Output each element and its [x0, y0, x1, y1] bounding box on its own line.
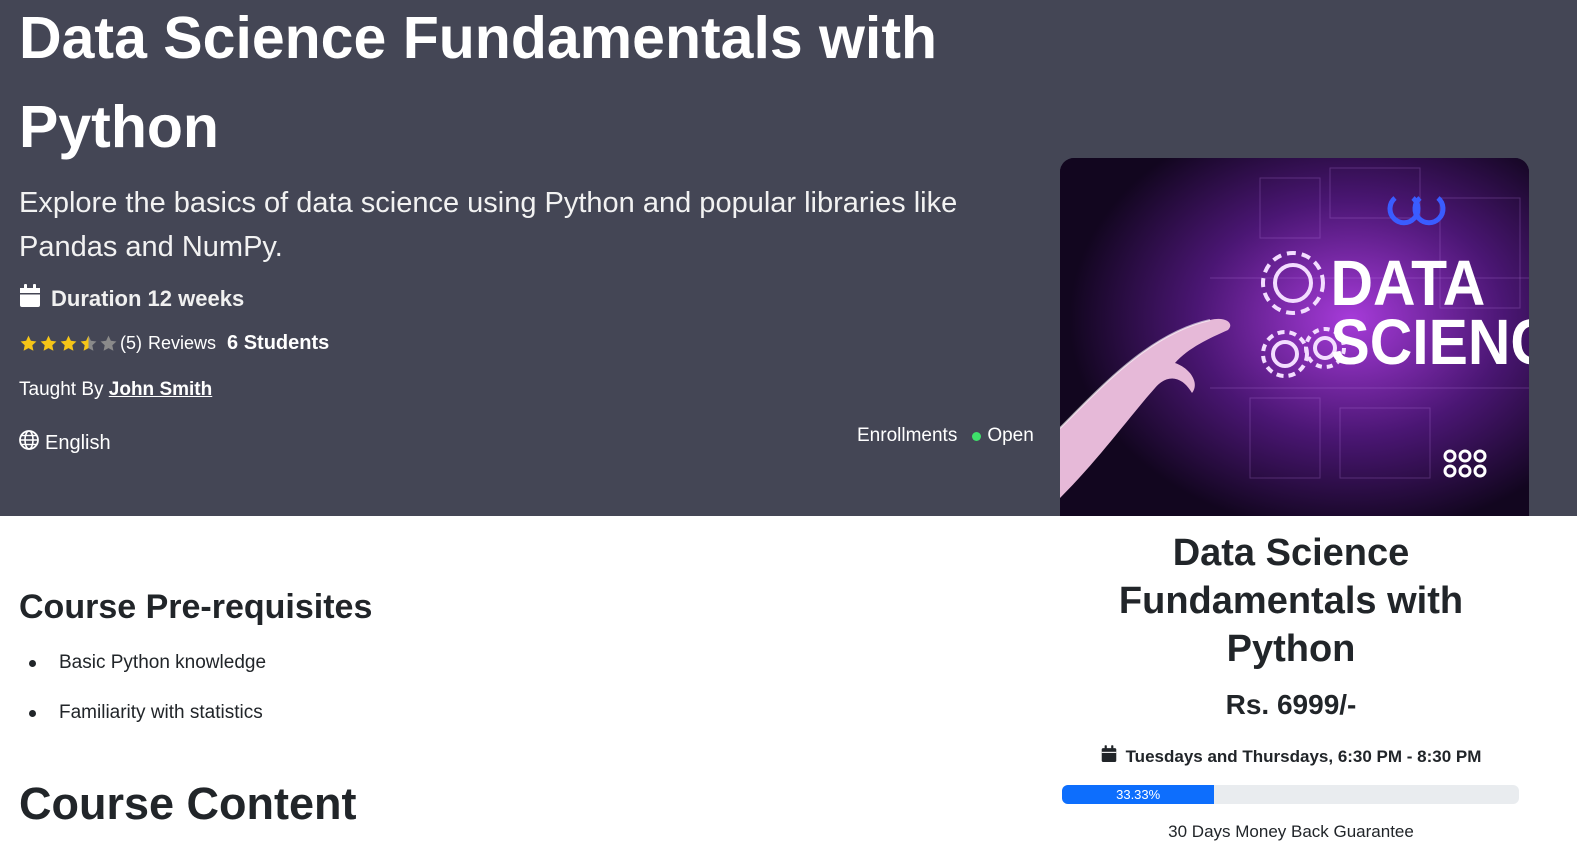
sidebar-course-title: Data Science Fundamentals with Python — [1118, 532, 1464, 670]
schedule-text: Tuesdays and Thursdays, 6:30 PM - 8:30 P… — [1125, 746, 1482, 766]
list-item: Familiarity with statistics — [19, 698, 266, 748]
list-item: Basic Python knowledge — [19, 648, 266, 698]
star-icon — [40, 335, 57, 351]
course-language: English — [19, 430, 111, 456]
star-icon — [60, 335, 77, 351]
star-empty-icon — [100, 335, 117, 351]
enrollment-status: Enrollments Open — [857, 425, 1034, 447]
rating-row: (5) Reviews 6 Students — [19, 332, 329, 355]
enrollment-progress-bar: 33.33% — [1062, 785, 1519, 804]
status-dot-icon — [972, 431, 982, 441]
taught-by: Taught By John Smith — [19, 379, 212, 401]
instructor-link[interactable]: John Smith — [109, 379, 212, 400]
course-content-heading: Course Content — [19, 778, 357, 829]
prerequisites-list: Basic Python knowledge Familiarity with … — [19, 648, 266, 748]
rating-count: (5) — [120, 333, 142, 353]
course-title: Data Science Fundamentals with Python — [19, 5, 938, 160]
star-rating — [19, 334, 118, 353]
prerequisites-heading: Course Pre-requisites — [19, 588, 373, 626]
calendar-icon — [19, 284, 41, 314]
money-back-guarantee: 30 Days Money Back Guarantee — [1168, 822, 1414, 841]
image-text-line2: SCIENC — [1330, 307, 1529, 379]
reviews-label: Reviews — [148, 333, 217, 353]
enrollment-status-text: Open — [987, 425, 1034, 446]
star-half-icon — [80, 335, 97, 351]
duration-text: Duration 12 weeks — [51, 286, 245, 311]
globe-icon — [19, 430, 39, 456]
course-price: Rs. 6999/- — [1225, 689, 1357, 720]
language-text: English — [45, 431, 111, 454]
course-image: DATA SCIENC — [1060, 158, 1529, 516]
progress-fill: 33.33% — [1062, 785, 1215, 804]
course-schedule: Tuesdays and Thursdays, 6:30 PM - 8:30 P… — [1060, 745, 1522, 768]
course-duration: Duration 12 weeks — [19, 284, 244, 314]
calendar-icon — [1101, 745, 1117, 768]
students-count: 6 Students — [227, 332, 330, 354]
star-icon — [20, 335, 37, 351]
taught-by-label: Taught By — [19, 379, 104, 400]
course-description: Explore the basics of data science using… — [19, 187, 958, 263]
enrollments-label: Enrollments — [857, 425, 958, 446]
